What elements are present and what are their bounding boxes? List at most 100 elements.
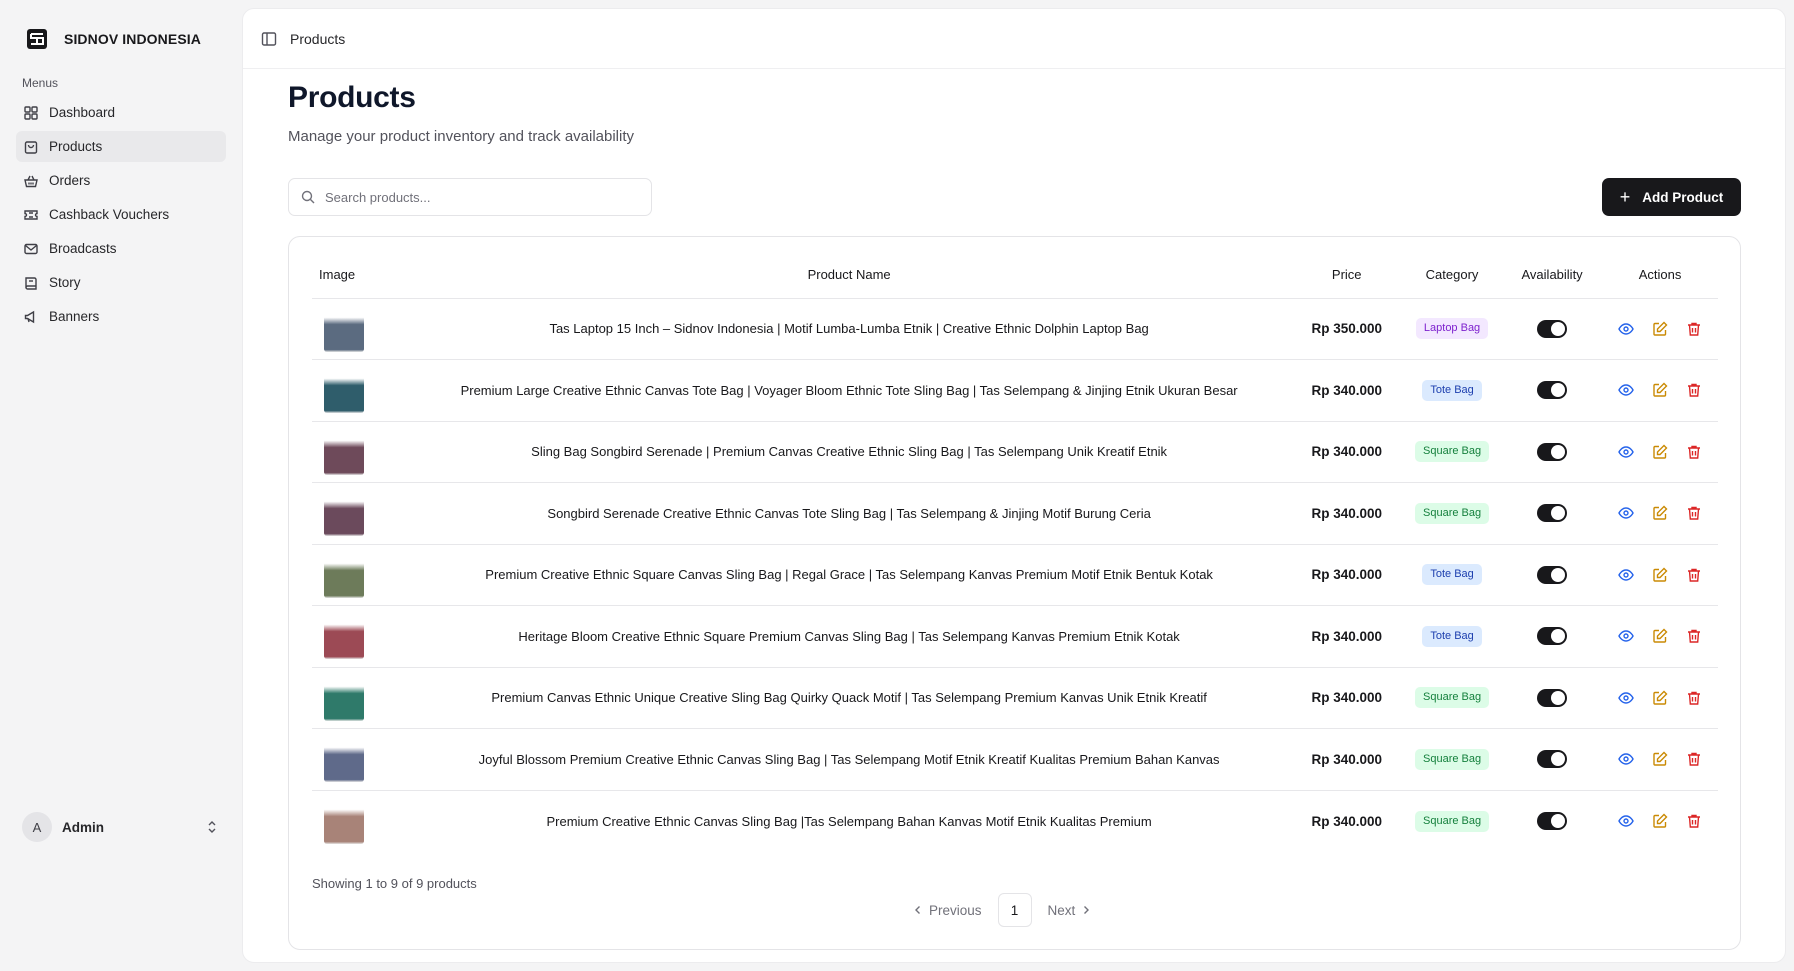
availability-toggle[interactable] [1537,627,1568,646]
product-name-cell: Songbird Serenade Creative Ethnic Canvas… [406,482,1292,545]
product-name-cell: Premium Creative Ethnic Square Canvas Sl… [406,544,1292,606]
add-product-button[interactable]: + Add Product [1602,178,1741,216]
edit-icon[interactable] [1651,320,1669,338]
view-icon[interactable] [1617,812,1635,830]
product-thumbnail [324,551,364,598]
delete-icon[interactable] [1685,504,1703,522]
sidebar: SIDNOV INDONESIA Menus Dashboard Product… [0,0,240,971]
availability-cell [1502,605,1603,668]
category-cell: Square Bag [1402,667,1503,729]
product-name-cell: Premium Large Creative Ethnic Canvas Tot… [406,359,1292,422]
table-row: Sling Bag Songbird Serenade | Premium Ca… [312,421,1718,483]
view-icon[interactable] [1617,750,1635,768]
pagination: Previous 1 Next [909,893,1095,927]
user-menu[interactable]: A Admin [22,812,220,842]
book-icon [23,275,39,291]
brand[interactable]: SIDNOV INDONESIA [22,24,201,54]
availability-toggle[interactable] [1537,381,1568,400]
page-title: Products [288,81,416,114]
actions-cell [1602,482,1718,545]
shopping-bag-icon [23,139,39,155]
sidebar-toggle-icon[interactable] [260,30,278,48]
sidebar-item-cashback-vouchers[interactable]: Cashback Vouchers [16,199,226,230]
availability-toggle[interactable] [1537,812,1568,830]
view-icon[interactable] [1617,566,1635,584]
category-cell: Tote Bag [1402,544,1503,606]
product-name-cell: Joyful Blossom Premium Creative Ethnic C… [406,728,1292,791]
product-name-cell: Heritage Bloom Creative Ethnic Square Pr… [406,605,1292,668]
availability-toggle[interactable] [1537,442,1568,461]
search-input[interactable] [325,189,625,205]
sidebar-nav: Dashboard Products Orders Cashback Vouch… [16,97,226,335]
sidebar-item-orders[interactable]: Orders [16,165,226,196]
view-icon[interactable] [1617,504,1635,522]
view-icon[interactable] [1617,320,1635,338]
header-price: Price [1291,251,1403,299]
delete-icon[interactable] [1685,320,1703,338]
chevron-right-icon [1081,903,1091,918]
edit-icon[interactable] [1651,381,1669,399]
image-cell [312,421,407,483]
delete-icon[interactable] [1685,627,1703,645]
edit-icon[interactable] [1651,443,1669,461]
availability-toggle[interactable] [1537,504,1568,523]
edit-icon[interactable] [1651,750,1669,768]
category-badge: Square Bag [1415,687,1490,709]
sidebar-item-banners[interactable]: Banners [16,301,226,332]
price-cell: Rp 340.000 [1291,482,1403,545]
image-cell [312,605,407,668]
availability-cell [1502,728,1603,791]
actions-cell [1602,359,1718,422]
delete-icon[interactable] [1685,381,1703,399]
edit-icon[interactable] [1651,812,1669,830]
products-table: Image Product Name Price Category Availa… [312,251,1718,852]
sidebar-item-label: Story [49,275,81,290]
table-row: Joyful Blossom Premium Creative Ethnic C… [312,728,1718,791]
edit-icon[interactable] [1651,689,1669,707]
delete-icon[interactable] [1685,566,1703,584]
availability-cell [1502,482,1603,545]
sidebar-item-story[interactable]: Story [16,267,226,298]
header-availability: Availability [1502,251,1603,299]
product-thumbnail [324,674,364,721]
topbar: Products [243,9,1785,69]
table-row: Premium Creative Ethnic Square Canvas Sl… [312,544,1718,606]
delete-icon[interactable] [1685,443,1703,461]
availability-toggle[interactable] [1537,565,1568,584]
image-cell [312,544,407,606]
delete-icon[interactable] [1685,689,1703,707]
category-cell: Laptop Bag [1402,298,1503,360]
category-badge: Square Bag [1415,441,1490,463]
product-thumbnail [324,736,364,783]
table-row: Heritage Bloom Creative Ethnic Square Pr… [312,605,1718,668]
table-row: Tas Laptop 15 Inch – Sidnov Indonesia | … [312,298,1718,360]
category-cell: Square Bag [1402,728,1503,791]
edit-icon[interactable] [1651,566,1669,584]
price-cell: Rp 340.000 [1291,667,1403,729]
delete-icon[interactable] [1685,812,1703,830]
grid-icon [23,105,39,121]
view-icon[interactable] [1617,627,1635,645]
sidebar-item-broadcasts[interactable]: Broadcasts [16,233,226,264]
category-cell: Tote Bag [1402,605,1503,668]
sidebar-item-dashboard[interactable]: Dashboard [16,97,226,128]
edit-icon[interactable] [1651,627,1669,645]
view-icon[interactable] [1617,443,1635,461]
availability-toggle[interactable] [1537,688,1568,707]
delete-icon[interactable] [1685,750,1703,768]
edit-icon[interactable] [1651,504,1669,522]
sidebar-item-products[interactable]: Products [16,131,226,162]
actions-cell [1602,298,1718,360]
previous-button[interactable]: Previous [909,903,986,918]
view-icon[interactable] [1617,689,1635,707]
page-number-button[interactable]: 1 [997,893,1032,927]
availability-toggle[interactable] [1537,319,1568,338]
product-thumbnail [324,613,364,660]
table-row: Premium Large Creative Ethnic Canvas Tot… [312,359,1718,422]
avatar: A [22,812,52,842]
view-icon[interactable] [1617,381,1635,399]
brand-name: SIDNOV INDONESIA [64,31,201,47]
availability-toggle[interactable] [1537,750,1568,769]
table-row: Premium Canvas Ethnic Unique Creative Sl… [312,667,1718,729]
next-button[interactable]: Next [1044,903,1096,918]
